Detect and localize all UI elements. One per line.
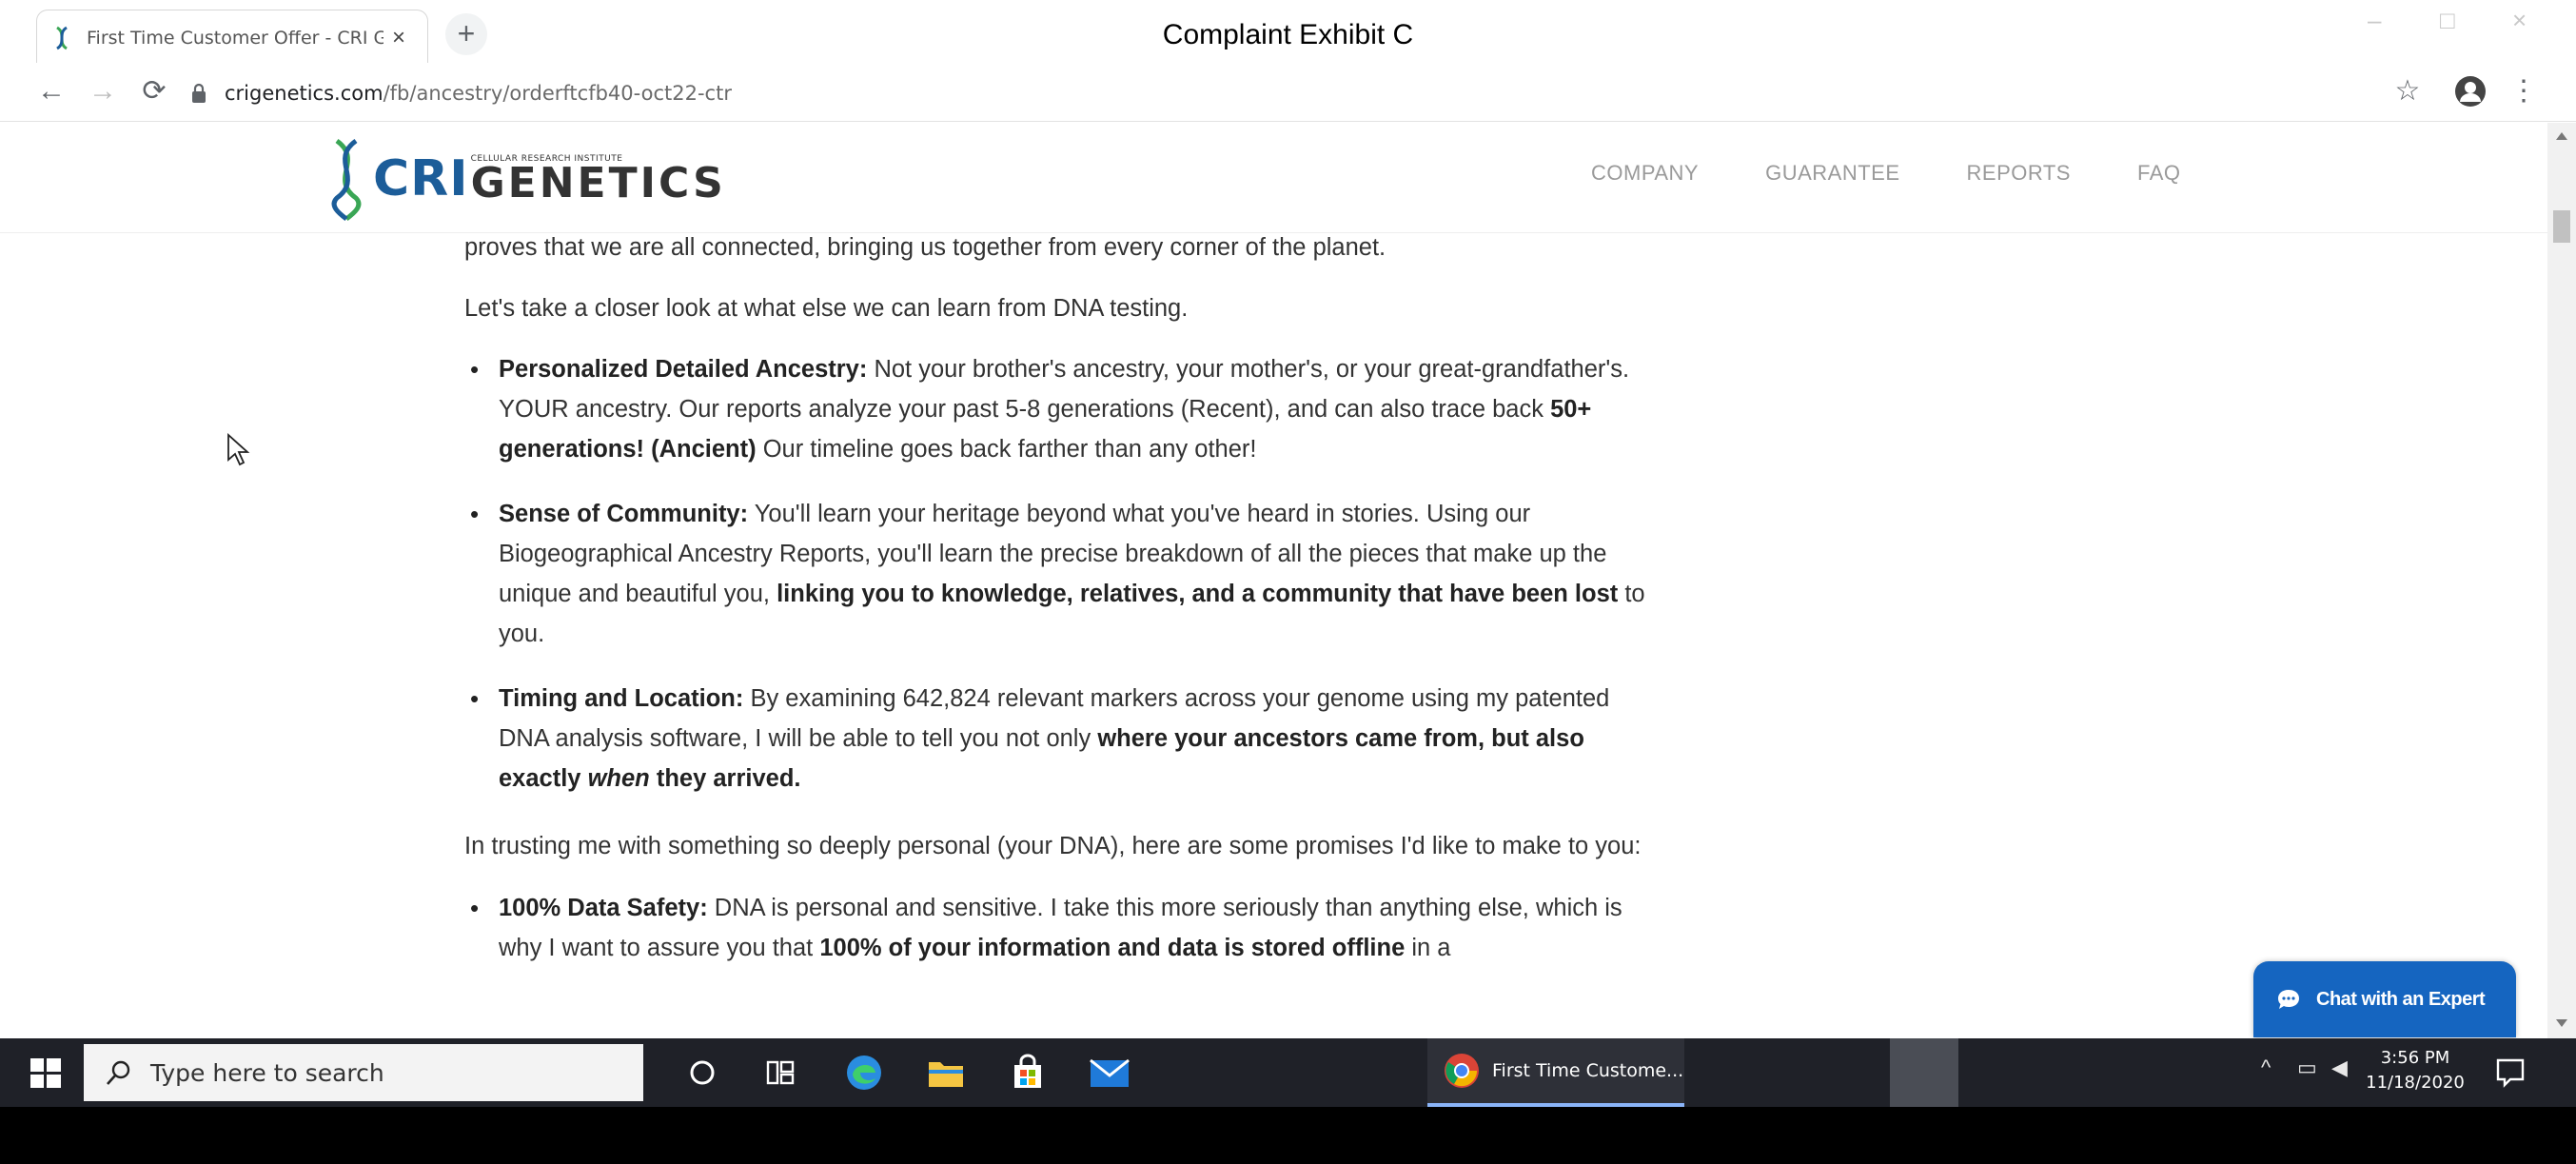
chrome-task-label: First Time Custome... bbox=[1492, 1060, 1684, 1081]
site-header: CRI CELLULAR RESEARCH INSTITUTE GENETICS… bbox=[0, 123, 2547, 233]
store-bag-icon[interactable] bbox=[1005, 1050, 1051, 1095]
bullet-heading: Timing and Location: bbox=[499, 685, 744, 712]
search-icon bbox=[107, 1060, 130, 1085]
address-bar[interactable]: crigenetics.com/fb/ancestry/orderftcfb40… bbox=[190, 76, 732, 110]
bullet-italic-text: when bbox=[587, 765, 650, 792]
bullet-text: Our timeline goes back farther than any … bbox=[756, 436, 1257, 463]
bullet-heading: 100% Data Safety: bbox=[499, 895, 708, 921]
nav-guarantee[interactable]: GUARANTEE bbox=[1765, 161, 1899, 186]
back-arrow-icon[interactable]: ← bbox=[32, 72, 70, 110]
list-item: Timing and Location: By examining 642,82… bbox=[464, 679, 1658, 799]
windows-start-icon[interactable] bbox=[29, 1055, 63, 1090]
bullet-heading: Sense of Community: bbox=[499, 501, 749, 527]
dna-helix-logo-icon bbox=[331, 138, 362, 221]
page-scrollbar[interactable] bbox=[2547, 123, 2576, 1038]
clock-date: 11/18/2020 bbox=[2366, 1073, 2465, 1093]
chat-with-expert-button[interactable]: Chat with an Expert bbox=[2253, 961, 2516, 1037]
task-view-icon[interactable] bbox=[757, 1050, 803, 1095]
browser-toolbar: ← → ⟳ crigenetics.com/fb/ancestry/orderf… bbox=[0, 63, 2576, 122]
taskbar-search-box[interactable]: Type here to search bbox=[84, 1044, 643, 1101]
logo-cri-text: CRI bbox=[373, 150, 469, 207]
page-viewport: CRI CELLULAR RESEARCH INSTITUTE GENETICS… bbox=[0, 123, 2547, 1038]
chat-button-label: Chat with an Expert bbox=[2316, 988, 2486, 1010]
clock-time: 3:56 PM bbox=[2380, 1048, 2450, 1068]
notification-center-icon[interactable] bbox=[2493, 1055, 2527, 1090]
browser-tab-strip: First Time Customer Offer - CRI G × + Co… bbox=[0, 0, 2576, 65]
search-placeholder: Type here to search bbox=[150, 1058, 384, 1087]
mouse-pointer-icon bbox=[227, 433, 250, 466]
mail-icon[interactable] bbox=[1087, 1050, 1132, 1095]
list-item: Personalized Detailed Ancestry: Not your… bbox=[464, 349, 1658, 469]
list-item: Sense of Community: You'll learn your he… bbox=[464, 494, 1658, 654]
bullet-bold-text: linking you to knowledge, relatives, and… bbox=[777, 581, 1619, 607]
scroll-down-arrow-icon[interactable] bbox=[2556, 1019, 2567, 1027]
nav-company[interactable]: COMPANY bbox=[1591, 161, 1699, 186]
chrome-icon bbox=[1445, 1054, 1479, 1088]
menu-kebab-icon[interactable]: ⋮ bbox=[2503, 72, 2545, 110]
speaker-muted-icon[interactable]: ◀ bbox=[2331, 1055, 2348, 1080]
article-body: proves that we are all connected, bringi… bbox=[464, 227, 1658, 993]
close-window-button[interactable]: × bbox=[2512, 6, 2527, 35]
bullet-bold-text: 100% of your information and data is sto… bbox=[819, 935, 1406, 961]
scrollbar-thumb[interactable] bbox=[2553, 210, 2570, 243]
chat-bubble-icon bbox=[2278, 990, 2299, 1009]
crigenetics-logo[interactable]: CRI CELLULAR RESEARCH INSTITUTE GENETICS bbox=[325, 136, 726, 222]
promise-intro: In trusting me with something so deeply … bbox=[464, 833, 1642, 859]
tray-chevron-up-icon[interactable]: ^ bbox=[2261, 1055, 2271, 1080]
windows-taskbar: Type here to search First Time Custome..… bbox=[0, 1038, 2576, 1107]
scroll-up-arrow-icon[interactable] bbox=[2556, 132, 2567, 140]
nav-faq[interactable]: FAQ bbox=[2137, 161, 2181, 186]
bullet-heading: Personalized Detailed Ancestry: bbox=[499, 356, 868, 383]
logo-genetics-text: GENETICS bbox=[470, 159, 726, 207]
taskbar-clock[interactable]: 3:56 PM 11/18/2020 bbox=[2358, 1046, 2472, 1095]
edge-browser-icon[interactable] bbox=[841, 1050, 887, 1095]
network-icon[interactable]: ▭ bbox=[2297, 1055, 2317, 1080]
reload-icon[interactable]: ⟳ bbox=[135, 72, 173, 110]
promises-list: 100% Data Safety: DNA is personal and se… bbox=[464, 888, 1658, 968]
lock-icon bbox=[192, 83, 206, 103]
bullet-bold-text: they arrived. bbox=[649, 765, 801, 792]
forward-arrow-icon[interactable]: → bbox=[84, 72, 122, 110]
url-text: crigenetics.com/fb/ancestry/orderftcfb40… bbox=[225, 82, 732, 105]
taskbar-app-button[interactable] bbox=[1890, 1038, 1958, 1107]
list-item: 100% Data Safety: DNA is personal and se… bbox=[464, 888, 1658, 968]
file-explorer-icon[interactable] bbox=[923, 1050, 969, 1095]
site-nav: COMPANY GUARANTEE REPORTS FAQ bbox=[1591, 161, 2181, 186]
exhibit-label: Complaint Exhibit C bbox=[1162, 19, 1414, 50]
chrome-taskbar-button[interactable]: First Time Custome... bbox=[1427, 1038, 1684, 1107]
lead-paragraph: Let's take a closer look at what else we… bbox=[464, 295, 1189, 322]
bookmark-star-icon[interactable]: ☆ bbox=[2387, 72, 2429, 110]
cortana-circle-icon[interactable] bbox=[679, 1050, 725, 1095]
minimize-button[interactable]: – bbox=[2368, 6, 2381, 35]
nav-reports[interactable]: REPORTS bbox=[1967, 161, 2071, 186]
bullet-text: in a bbox=[1405, 935, 1451, 961]
maximize-button[interactable]: □ bbox=[2440, 6, 2455, 35]
profile-avatar-icon[interactable] bbox=[2449, 72, 2491, 110]
intro-fragment: proves that we are all connected, bringi… bbox=[464, 234, 1386, 261]
letterbox-bar bbox=[0, 1107, 2576, 1164]
benefits-list: Personalized Detailed Ancestry: Not your… bbox=[464, 349, 1658, 799]
